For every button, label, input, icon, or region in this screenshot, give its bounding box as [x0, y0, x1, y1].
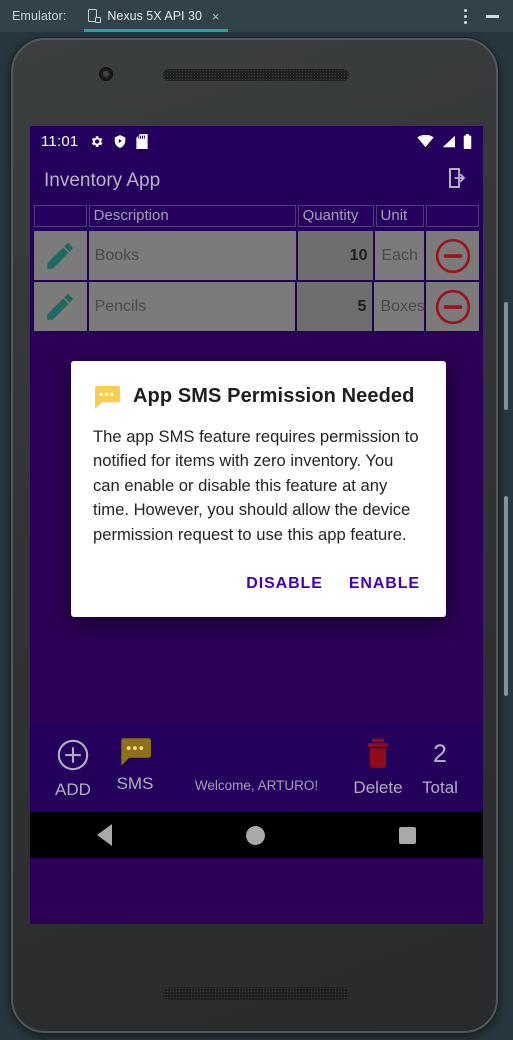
- decrement-item-button[interactable]: [426, 231, 479, 280]
- emulator-label: Emulator:: [12, 9, 67, 23]
- sd-card-icon: [136, 134, 149, 149]
- app-bar: Inventory App: [30, 157, 483, 204]
- bottom-toolbar: ADD SMS Welcome, ARTURO! Delete 2 Total: [30, 724, 483, 812]
- welcome-message: Welcome, ARTURO!: [194, 778, 319, 793]
- total-label: Total: [422, 778, 458, 797]
- sms-permission-dialog: App SMS Permission Needed The app SMS fe…: [71, 361, 446, 617]
- battery-icon: [463, 134, 472, 149]
- status-left-icons: [89, 134, 149, 149]
- add-button[interactable]: ADD: [42, 738, 104, 800]
- nav-back-icon[interactable]: [97, 824, 112, 846]
- sms-bubble-icon: [121, 738, 151, 766]
- android-status-bar: 11:01: [30, 126, 483, 157]
- kebab-menu-icon[interactable]: [455, 5, 475, 27]
- minimize-icon[interactable]: [481, 5, 503, 27]
- disable-button[interactable]: DISABLE: [242, 569, 327, 599]
- delete-button[interactable]: Delete: [347, 738, 409, 798]
- page-title: Inventory App: [44, 169, 161, 191]
- dialog-title: App SMS Permission Needed: [133, 385, 415, 407]
- status-right-icons: [417, 134, 472, 149]
- emulator-window-buttons: [455, 5, 513, 27]
- pencil-edit-icon: [47, 293, 74, 320]
- emulator-titlebar: Emulator: Nexus 5X API 30 ×: [0, 0, 513, 32]
- edit-item-button[interactable]: [34, 231, 87, 280]
- logout-icon[interactable]: [445, 166, 469, 195]
- inventory-table: Description Quantity Unit Books 10 Each: [30, 204, 483, 331]
- emulator-tab-label: Nexus 5X API 30: [107, 9, 202, 23]
- table-header-row: Description Quantity Unit: [34, 205, 479, 229]
- close-icon[interactable]: ×: [212, 9, 220, 24]
- item-description: Pencils: [88, 282, 295, 331]
- add-button-label: ADD: [55, 780, 91, 799]
- nav-home-icon[interactable]: [246, 825, 265, 845]
- minus-circle-icon: [435, 238, 470, 273]
- android-navigation-bar: [30, 812, 483, 858]
- welcome-message-container: Welcome, ARTURO!: [166, 738, 347, 793]
- item-unit: Each: [375, 231, 425, 280]
- total-indicator: 2 Total: [409, 738, 471, 798]
- table-header-blank-left: [34, 205, 87, 227]
- shield-icon: [115, 135, 126, 148]
- bottom-speaker-grille: [163, 987, 349, 1000]
- dialog-actions: DISABLE ENABLE: [93, 569, 424, 609]
- table-header-quantity: Quantity: [297, 205, 374, 227]
- emulator-tab-nexus-5x[interactable]: Nexus 5X API 30 ×: [84, 0, 228, 32]
- total-value: 2: [433, 740, 447, 768]
- front-camera-icon: [99, 67, 113, 81]
- device-icon: [88, 9, 102, 23]
- wifi-icon: [417, 135, 434, 148]
- enable-button[interactable]: ENABLE: [345, 569, 424, 599]
- table-header-unit: Unit: [375, 205, 425, 227]
- item-description: Books: [88, 231, 296, 280]
- pencil-edit-icon: [47, 242, 74, 269]
- scrollbar-thumb[interactable]: [504, 496, 508, 696]
- dialog-message: The app SMS feature requires permission …: [93, 427, 419, 544]
- emulator-window: Emulator: Nexus 5X API 30 × 11:01 Invent…: [0, 0, 513, 1040]
- main-content: App SMS Permission Needed The app SMS fe…: [30, 331, 483, 858]
- nav-recents-icon[interactable]: [399, 826, 416, 844]
- sms-bubble-icon: [93, 385, 120, 409]
- delete-button-label: Delete: [353, 778, 403, 797]
- earpiece-speaker-grille: [163, 69, 349, 81]
- dialog-header: App SMS Permission Needed: [93, 385, 424, 409]
- table-header-blank-right: [426, 205, 479, 227]
- table-header-description: Description: [88, 205, 296, 227]
- signal-icon: [442, 135, 455, 148]
- item-quantity: 5: [296, 282, 373, 331]
- sms-button[interactable]: SMS: [104, 738, 166, 794]
- decrement-item-button[interactable]: [426, 282, 479, 331]
- edit-item-button[interactable]: [34, 282, 87, 331]
- window-scrollbar[interactable]: [503, 36, 509, 1034]
- minus-circle-icon: [435, 289, 470, 324]
- item-quantity: 10: [297, 231, 374, 280]
- plus-circle-icon: [57, 739, 89, 771]
- status-time: 11:01: [41, 133, 79, 150]
- phone-frame: 11:01 Inventory App Description Quantity…: [11, 38, 498, 1033]
- item-unit: Boxes: [374, 282, 425, 331]
- table-row[interactable]: Pencils 5 Boxes: [34, 282, 479, 331]
- scrollbar-thumb[interactable]: [504, 302, 508, 410]
- gear-icon: [92, 136, 103, 147]
- sms-button-label: SMS: [116, 774, 154, 793]
- phone-screen: 11:01 Inventory App Description Quantity…: [30, 126, 483, 924]
- trash-icon: [367, 738, 389, 768]
- table-row[interactable]: Books 10 Each: [34, 231, 479, 280]
